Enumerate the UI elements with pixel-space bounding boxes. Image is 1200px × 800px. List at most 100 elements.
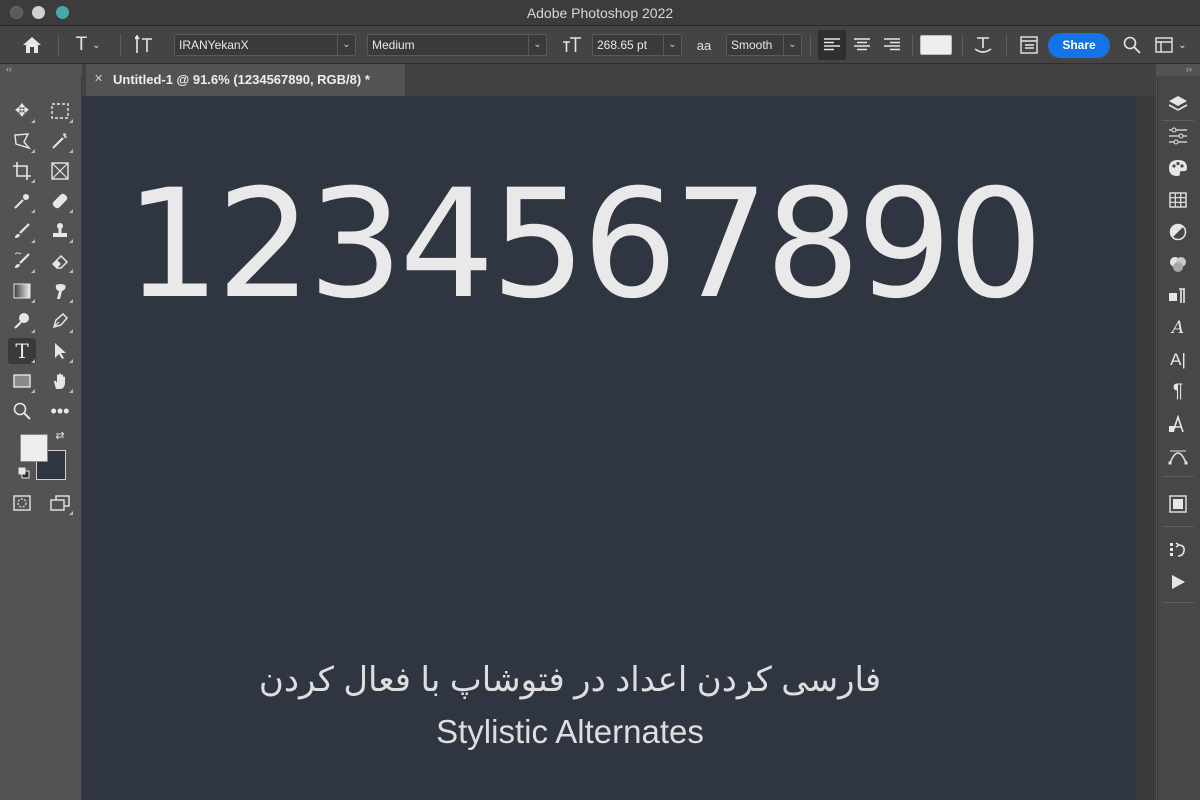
layers-icon (1168, 96, 1188, 111)
align-left-button[interactable] (818, 30, 846, 60)
gradient-tool[interactable] (8, 278, 36, 304)
document-tab[interactable]: ✕ Untitled-1 @ 91.6% (1234567890, RGB/8)… (86, 64, 406, 96)
expand-panels-icon[interactable]: ›› (1186, 64, 1192, 76)
text-orientation-icon (135, 35, 152, 53)
half-circle-icon (1169, 223, 1187, 241)
type-tool-preset-button[interactable]: T ⌄ (66, 26, 110, 64)
history-brush-icon (14, 252, 30, 268)
font-family-select[interactable]: IRANYekanX ⌄ (174, 34, 356, 56)
history-panel-button[interactable] (1162, 536, 1194, 564)
anti-alias-select[interactable]: Smooth ⌄ (726, 34, 802, 56)
channels-panel-button[interactable] (1162, 250, 1194, 278)
rectangle-tool[interactable] (8, 368, 36, 394)
type-tool[interactable]: T (8, 338, 36, 364)
default-colors-button[interactable] (16, 466, 32, 480)
edit-toolbar-button[interactable]: ••• (46, 398, 74, 424)
brush-tool[interactable] (8, 218, 36, 244)
canvas-caption-english[interactable]: Stylistic Alternates (200, 713, 940, 751)
quick-mask-icon (13, 495, 31, 511)
sliders-icon (1169, 127, 1187, 145)
panels-icon (1020, 36, 1038, 54)
chevron-down-icon: ⌄ (1178, 39, 1187, 51)
color-panel-button[interactable] (1162, 154, 1194, 182)
tools-panel: ✥ T ••• ⇄ (0, 76, 82, 800)
frame-tool[interactable] (46, 158, 74, 184)
bezier-icon (1168, 450, 1188, 465)
swatches-panel-button[interactable] (1162, 186, 1194, 214)
align-right-button[interactable] (878, 26, 906, 64)
crop-tool[interactable] (8, 158, 36, 184)
lasso-icon (14, 133, 31, 150)
history-icon (1170, 542, 1185, 557)
eyedropper-tool[interactable] (8, 188, 36, 214)
anti-alias-value: Smooth (731, 38, 773, 52)
collapse-tools-icon[interactable]: ‹‹ (6, 64, 12, 76)
actions-panel-button[interactable] (1162, 568, 1194, 596)
zoom-tool[interactable] (8, 398, 36, 424)
paths-panel-button[interactable] (1162, 282, 1194, 310)
home-icon (23, 37, 41, 53)
swap-colors-button[interactable]: ⇄ (52, 428, 68, 442)
clone-stamp-tool[interactable] (46, 218, 74, 244)
marquee-tool[interactable] (46, 98, 74, 124)
character-panel-button[interactable]: A| (1162, 346, 1194, 374)
hand-icon (54, 373, 65, 389)
crop-icon (13, 162, 31, 180)
share-button[interactable]: Share (1048, 33, 1110, 58)
character-styles-button[interactable]: A (1162, 314, 1194, 342)
chevron-down-icon: ⌄ (783, 35, 801, 55)
type-icon: T (15, 339, 29, 363)
path-selection-tool[interactable] (46, 338, 74, 364)
move-tool[interactable]: ✥ (8, 98, 36, 124)
adjustment-layer-button[interactable] (1162, 218, 1194, 246)
toggle-text-orientation-button[interactable] (128, 26, 162, 64)
search-icon (1123, 36, 1141, 54)
chevron-down-icon: ⌄ (528, 35, 546, 55)
smudge-icon (55, 284, 66, 299)
dodge-tool[interactable] (8, 308, 36, 334)
adjustments-panel-button[interactable] (1162, 122, 1194, 150)
magic-wand-tool[interactable] (46, 128, 74, 154)
home-button[interactable] (14, 26, 50, 64)
lasso-tool[interactable] (8, 128, 36, 154)
brush-icon (15, 223, 30, 238)
smudge-tool[interactable] (46, 278, 74, 304)
palette-icon (1169, 160, 1187, 176)
workspace-button[interactable]: ⌄ (1150, 26, 1192, 64)
hand-tool[interactable] (46, 368, 74, 394)
layers-panel-button[interactable] (1162, 90, 1194, 118)
font-size-input[interactable]: 268.65 pt ⌄ (592, 34, 682, 56)
anti-alias-icon: aa (696, 37, 712, 53)
path-options-button[interactable] (1162, 442, 1194, 470)
move-icon: ✥ (14, 101, 30, 120)
right-panel-dock (1157, 76, 1200, 800)
quick-mask-button[interactable] (8, 490, 36, 516)
align-center-button[interactable] (848, 26, 876, 64)
gradient-icon (13, 283, 31, 299)
character-panel-button[interactable] (1014, 26, 1044, 64)
glyphs-panel-button[interactable] (1162, 410, 1194, 438)
search-button[interactable] (1118, 26, 1146, 64)
healing-brush-tool[interactable] (46, 188, 74, 214)
history-brush-tool[interactable] (8, 248, 36, 274)
screen-mode-button[interactable] (46, 490, 74, 516)
paragraph-panel-button[interactable]: ¶ (1162, 378, 1194, 406)
foreground-color-swatch[interactable] (20, 434, 48, 462)
glyphs-icon (1169, 415, 1184, 433)
eyedropper-icon (14, 194, 29, 209)
font-size-value: 268.65 pt (597, 38, 648, 52)
text-color-swatch[interactable] (920, 35, 952, 55)
channels-icon (1170, 257, 1186, 272)
close-icon[interactable]: ✕ (94, 72, 103, 85)
properties-panel-button[interactable] (1162, 490, 1194, 518)
eraser-tool[interactable] (46, 248, 74, 274)
workspace-icon (1155, 37, 1173, 53)
align-right-icon (884, 38, 900, 51)
more-icon: ••• (50, 400, 70, 421)
bandage-icon (52, 193, 68, 209)
font-style-select[interactable]: Medium ⌄ (367, 34, 547, 56)
canvas-caption-persian[interactable]: فارسی کردن اعداد در فتوشاپ با فعال کردن (200, 660, 940, 700)
pen-tool[interactable] (46, 308, 74, 334)
canvas-numbers-text[interactable]: 1234567890 (125, 160, 1043, 330)
warp-text-button[interactable] (968, 26, 998, 64)
